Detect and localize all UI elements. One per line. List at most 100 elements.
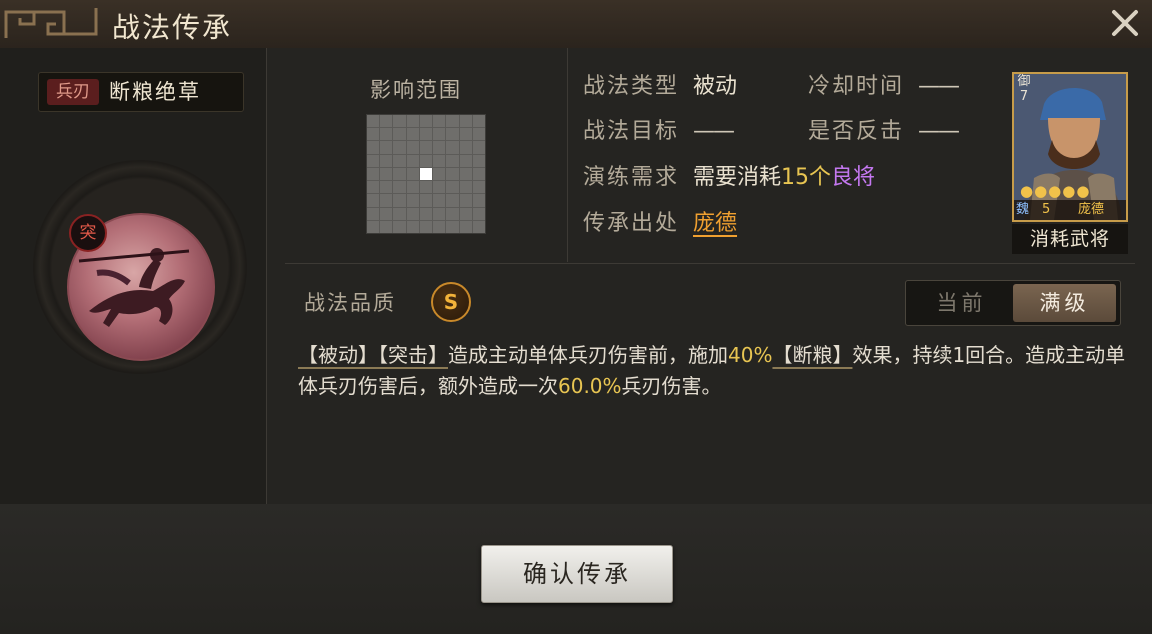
range-cell [459,128,472,141]
type-label: 战法类型 [583,74,680,99]
skill-name: 断粮绝草 [109,80,201,104]
range-cell [419,220,433,233]
info-row-type: 战法类型 被动 [583,72,737,102]
card-level: 5 [1042,202,1051,217]
range-cell [472,181,485,194]
general-card[interactable]: 御7 ●●●●● 魏 5 庞德 [1012,72,1128,222]
range-cell [367,181,380,194]
range-cell [367,167,380,181]
desc-text-1: 造成主动单体兵刃伤害前，施加 [448,343,728,367]
close-icon[interactable] [1108,6,1142,40]
range-cell [459,194,472,207]
range-cell [446,128,459,141]
range-cell [380,207,393,220]
range-cell [419,115,433,128]
desc-tag-passive[interactable]: 【被动】 [298,343,378,367]
skill-name-badge: 兵刃 断粮绝草 [38,72,244,112]
range-cell [472,141,485,154]
card-side-text: 御7 [1017,74,1031,104]
range-cell [380,115,393,128]
info-row-cooldown: 冷却时间 —— [808,72,960,102]
range-cell [367,194,380,207]
range-cell [393,181,406,194]
range-cell [393,207,406,220]
range-cell [472,207,485,220]
toggle-full-level[interactable]: 满级 [1013,284,1116,322]
range-grid [366,114,486,234]
range-cell [459,115,472,128]
range-cell [406,194,419,207]
range-cell [472,220,485,233]
range-cell [393,115,406,128]
source-link[interactable]: 庞德 [693,211,737,236]
range-cell [406,181,419,194]
skill-type-tag: 兵刃 [47,79,99,105]
type-value: 被动 [693,74,738,99]
skill-description: 【被动】【突击】造成主动单体兵刃伤害前，施加40%【断粮】效果，持续1回合。造成… [298,340,1128,402]
desc-value-1: 40% [728,343,773,367]
range-cell [446,207,459,220]
range-cell [380,141,393,154]
range-cell [393,167,406,181]
level-toggle: 当前 满级 [905,280,1121,326]
practice-prefix: 需要消耗 [693,165,782,190]
info-row-target: 战法目标 —— [583,117,735,147]
cooldown-value: —— [918,74,960,99]
range-cell [459,181,472,194]
range-cell [419,141,433,154]
card-stars: ●●●●● [1020,182,1091,200]
range-cell [459,220,472,233]
range-cell [380,128,393,141]
range-cell [433,154,446,167]
range-cell [406,167,419,181]
range-cell-center [419,167,433,181]
range-cell [367,141,380,154]
range-cell [367,220,380,233]
range-cell [419,181,433,194]
range-cell [393,194,406,207]
divider-horizontal [285,263,1135,264]
confirm-inherit-button[interactable]: 确认传承 [481,545,673,603]
practice-count: 15个 [781,165,832,190]
desc-tag-assault[interactable]: 【突击】 [378,343,448,367]
range-cell [433,141,446,154]
range-cell [393,154,406,167]
cooldown-label: 冷却时间 [808,74,905,99]
desc-tag-cut-supply[interactable]: 【断粮】 [772,343,852,367]
range-cell [446,154,459,167]
range-cell [380,181,393,194]
window-title: 战法传承 [112,11,233,44]
range-cell [433,207,446,220]
range-cell [446,194,459,207]
range-cell [446,181,459,194]
range-cell [393,220,406,233]
quality-grade-badge: S [431,282,471,322]
range-cell [419,207,433,220]
target-value: —— [693,119,735,144]
range-cell [472,154,485,167]
range-cell [367,128,380,141]
range-cell [446,220,459,233]
range-cell [367,154,380,167]
range-label: 影响范围 [370,78,462,102]
range-cell [472,194,485,207]
range-cell [393,141,406,154]
range-cell [380,154,393,167]
range-cell [459,207,472,220]
card-caption: 消耗武将 [1012,224,1128,254]
divider-vertical [567,48,568,262]
range-cell [459,154,472,167]
card-faction: 魏 [1016,202,1030,217]
source-label: 传承出处 [583,211,680,236]
practice-label: 演练需求 [583,165,680,190]
range-cell [433,167,446,181]
toggle-current[interactable]: 当前 [910,284,1013,322]
range-cell [367,115,380,128]
range-cell [380,194,393,207]
range-cell [406,220,419,233]
info-row-counter: 是否反击 —— [808,117,960,147]
range-cell [433,194,446,207]
range-cell [406,154,419,167]
range-cell [419,194,433,207]
range-cell [433,220,446,233]
